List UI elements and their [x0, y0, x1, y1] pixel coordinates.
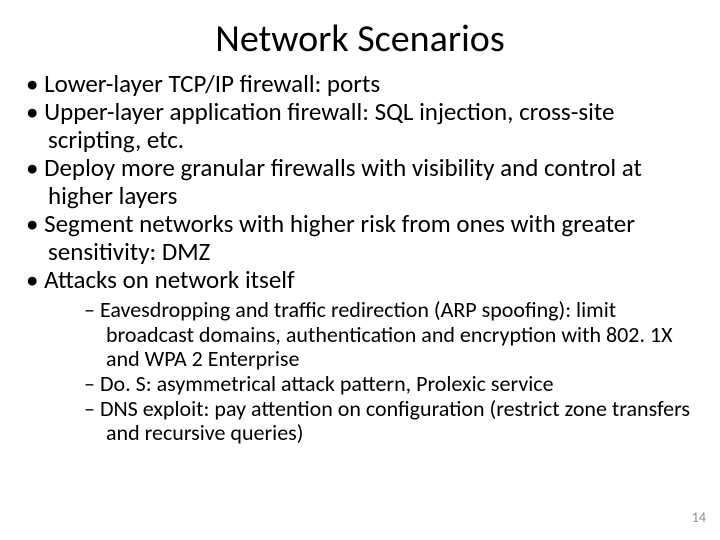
- page-number: 14: [692, 509, 706, 526]
- bullet-item: Segment networks with higher risk from o…: [26, 210, 690, 266]
- sub-bullet-item: DNS exploit: pay attention on configurat…: [84, 397, 690, 446]
- bullet-item: Upper-layer application firewall: SQL in…: [26, 98, 690, 154]
- bullet-item: Deploy more granular firewalls with visi…: [26, 154, 690, 210]
- sub-bullet-list: Eavesdropping and traffic redirection (A…: [48, 298, 690, 446]
- slide: Network Scenarios Lower-layer TCP/IP fir…: [0, 0, 720, 540]
- slide-title: Network Scenarios: [0, 0, 720, 70]
- sub-bullet-item: Eavesdropping and traffic redirection (A…: [84, 298, 690, 372]
- sub-bullet-item: Do. S: asymmetrical attack pattern, Prol…: [84, 372, 690, 397]
- slide-content: Lower-layer TCP/IP firewall: ports Upper…: [0, 70, 720, 446]
- bullet-item-label: Attacks on network itself: [44, 264, 295, 295]
- bullet-item: Lower-layer TCP/IP firewall: ports: [26, 70, 690, 98]
- bullet-list: Lower-layer TCP/IP firewall: ports Upper…: [26, 70, 690, 446]
- bullet-item: Attacks on network itself Eavesdropping …: [26, 266, 690, 446]
